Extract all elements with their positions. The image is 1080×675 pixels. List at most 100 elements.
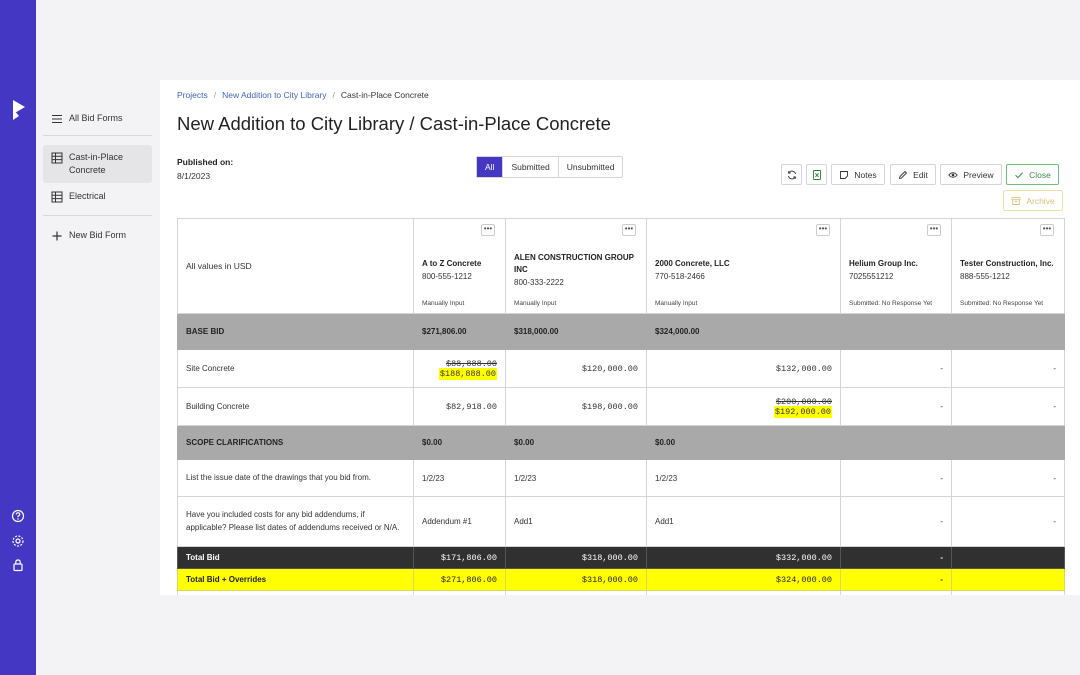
bid-cell[interactable]: $82,918.00 xyxy=(413,387,506,426)
bid-cell[interactable]: $88,888.00 $188,888.00 xyxy=(413,349,506,388)
more-options-icon[interactable]: ••• xyxy=(622,224,636,236)
bidder-status: Manually Input xyxy=(655,300,698,307)
archive-button[interactable]: Archive xyxy=(1003,190,1063,211)
bid-cell[interactable]: $120,000.00 xyxy=(505,349,647,388)
bid-cell[interactable]: - xyxy=(951,387,1065,426)
plus-icon xyxy=(52,231,62,241)
bid-comparison-table: All values in USD ••• A to Z Concrete 80… xyxy=(177,218,1065,595)
bid-cell[interactable]: $132,000.00 xyxy=(646,349,841,388)
answer-cell[interactable]: 1/2/23 xyxy=(413,459,506,497)
sidebar-item-new-bid-form[interactable]: New Bid Form xyxy=(43,223,152,248)
breadcrumb: Projects / New Addition to City Library / Ca… xyxy=(177,90,429,100)
section-total xyxy=(951,425,1065,460)
bidder-status: Submitted: No Response Yet xyxy=(849,300,933,307)
total-cell: $271,806.00 xyxy=(413,568,506,591)
total-label: Total Bid + Overrides xyxy=(177,568,414,591)
breadcrumb-projects-link[interactable]: Projects xyxy=(177,90,208,100)
sidebar-item-label: Cast-in-Place Concrete xyxy=(69,152,124,176)
edit-button[interactable]: Edit xyxy=(890,164,936,185)
bidder-column-header: ••• ALEN CONSTRUCTION GROUP INC 800-333-… xyxy=(505,218,647,314)
notes-button-label: Notes xyxy=(854,169,877,180)
table-row-addendums: Have you included costs for any bid adde… xyxy=(177,496,1065,547)
section-label: SCOPE CLARIFICATIONS xyxy=(177,425,414,460)
answer-cell[interactable]: Add1 xyxy=(505,496,647,547)
bidder-name: ALEN CONSTRUCTION GROUP INC xyxy=(514,252,634,274)
answer-cell[interactable]: Addendum #1 xyxy=(413,496,506,547)
sidebar-item-label: Electrical xyxy=(69,191,106,201)
section-total: $324,000.00 xyxy=(646,313,841,350)
preview-button[interactable]: Preview xyxy=(940,164,1002,185)
section-total: $0.00 xyxy=(646,425,841,460)
bid-cell[interactable]: $198,000.00 xyxy=(505,387,647,426)
section-total: $0.00 xyxy=(413,425,506,460)
section-total xyxy=(840,425,952,460)
table-row xyxy=(177,590,1065,595)
archive-button-label: Archive xyxy=(1026,195,1055,206)
bidder-phone: 888-555-1212 xyxy=(960,271,1010,281)
table-corner-label: All values in USD xyxy=(177,218,414,314)
sidebar-item-cast-in-place-concrete[interactable]: Cast-in-Place Concrete xyxy=(43,145,152,184)
answer-cell[interactable]: 1/2/23 xyxy=(505,459,647,497)
total-label: Total Bid xyxy=(177,546,414,569)
page-title: New Addition to City Library / Cast-in-P… xyxy=(177,113,611,134)
bidder-phone: 800-555-1212 xyxy=(422,271,472,281)
published-label: Published on: xyxy=(177,157,234,167)
more-options-icon[interactable]: ••• xyxy=(481,224,495,236)
bid-cell[interactable]: - xyxy=(840,349,952,388)
lock-icon[interactable] xyxy=(11,558,25,572)
table-header-row: All values in USD ••• A to Z Concrete 80… xyxy=(177,218,1065,314)
total-cell: $318,000.00 xyxy=(505,568,647,591)
bidder-status: Manually Input xyxy=(514,300,557,307)
table-row-total-bid-overrides: Total Bid + Overrides $271,806.00 $318,0… xyxy=(177,568,1065,591)
section-total xyxy=(951,313,1065,350)
bidder-name: 2000 Concrete, LLC xyxy=(655,258,730,268)
override-value: $192,000.00 xyxy=(773,405,832,418)
more-options-icon[interactable]: ••• xyxy=(927,224,941,236)
override-value: $188,888.00 xyxy=(438,367,497,380)
answer-cell[interactable]: Add1 xyxy=(646,496,841,547)
list-icon xyxy=(52,114,62,124)
eye-icon xyxy=(948,171,959,178)
bid-cell[interactable]: $200,000.00 $192,000.00 xyxy=(646,387,841,426)
pencil-icon xyxy=(899,170,908,179)
total-cell: - xyxy=(840,546,952,569)
more-options-icon[interactable]: ••• xyxy=(1040,224,1054,236)
answer-cell[interactable]: - xyxy=(951,496,1065,547)
sidebar-item-all-bid-forms[interactable]: All Bid Forms xyxy=(43,106,152,131)
filter-all-button[interactable]: All xyxy=(477,157,503,177)
sidebar-item-electrical[interactable]: Electrical xyxy=(43,184,152,209)
check-icon xyxy=(1015,171,1024,178)
total-cell: $324,000.00 xyxy=(646,568,841,591)
bid-cell[interactable]: - xyxy=(840,387,952,426)
export-excel-button[interactable] xyxy=(806,164,827,185)
sidebar-divider xyxy=(43,135,152,136)
bid-forms-sidebar: All Bid Forms Cast-in-Place Concrete Ele… xyxy=(36,80,160,675)
breadcrumb-project-link[interactable]: New Addition to City Library xyxy=(222,90,326,100)
notes-button[interactable]: Notes xyxy=(831,164,885,185)
total-cell xyxy=(951,568,1065,591)
question-label: Have you included costs for any bid adde… xyxy=(177,496,414,547)
bid-cell[interactable]: - xyxy=(951,349,1065,388)
answer-cell[interactable]: - xyxy=(840,496,952,547)
app-logo-icon[interactable] xyxy=(11,99,27,121)
more-options-icon[interactable]: ••• xyxy=(816,224,830,236)
filter-unsubmitted-button[interactable]: Unsubmitted xyxy=(557,157,623,177)
table-row-drawings-date: List the issue date of the drawings that… xyxy=(177,459,1065,497)
bidder-column-header: ••• Tester Construction, Inc. 888-555-12… xyxy=(951,218,1065,314)
answer-cell[interactable]: 1/2/23 xyxy=(646,459,841,497)
settings-gear-icon[interactable] xyxy=(11,534,25,548)
answer-cell[interactable]: - xyxy=(951,459,1065,497)
refresh-button[interactable] xyxy=(781,164,802,185)
filter-submitted-button[interactable]: Submitted xyxy=(502,157,557,177)
close-button-label: Close xyxy=(1029,169,1051,180)
bidder-name: Helium Group Inc. xyxy=(849,258,918,268)
grid-icon xyxy=(51,152,63,164)
total-cell: $318,000.00 xyxy=(505,546,647,569)
close-button[interactable]: Close xyxy=(1006,164,1059,185)
note-icon xyxy=(840,170,849,179)
help-icon[interactable] xyxy=(11,509,25,523)
original-value: $200,000.00 xyxy=(775,396,832,407)
total-cell xyxy=(951,546,1065,569)
answer-cell[interactable]: - xyxy=(840,459,952,497)
section-row-base-bid: BASE BID $271,806.00 $318,000.00 $324,00… xyxy=(177,313,1065,350)
